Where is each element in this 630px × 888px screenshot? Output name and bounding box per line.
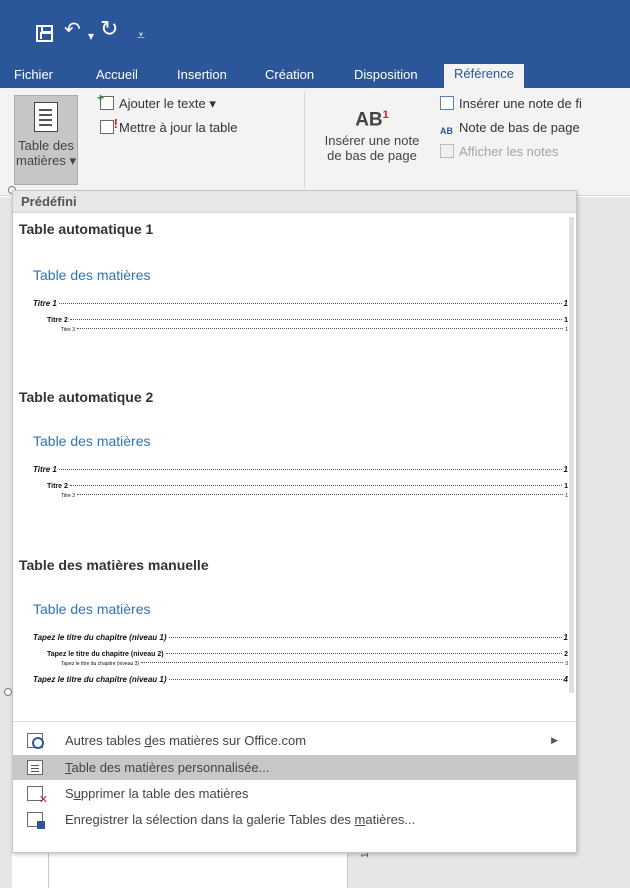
undo-icon[interactable]: ↶ xyxy=(64,20,81,40)
custom-toc-menu-item[interactable]: Table des matières personnalisée... xyxy=(13,755,576,780)
ribbon: Table des matières ▾ Ajouter le texte ▾ … xyxy=(0,88,630,196)
toc-preview-heading: Table des matières xyxy=(33,433,151,449)
next-footnote-label: Note de bas de page xyxy=(459,120,580,135)
toc-preview-line: Tapez le titre du chapitre (niveau 2) 2 xyxy=(47,651,568,658)
document-area xyxy=(574,197,630,888)
add-text-button[interactable]: Ajouter le texte ▾ xyxy=(97,91,216,112)
toc-preview-line: Titre 11 xyxy=(33,299,568,308)
tab-fichier[interactable]: Fichier xyxy=(14,65,53,88)
toc-preview-line: Tapez le titre du chapitre (niveau 1) 4 xyxy=(33,675,568,684)
office-online-icon xyxy=(27,733,44,749)
toc-preview-line: Titre 11 xyxy=(33,465,568,474)
show-notes-label: Afficher les notes xyxy=(459,144,559,159)
chevron-right-icon: ▶ xyxy=(551,735,558,745)
next-footnote-icon: AB xyxy=(440,126,453,136)
resize-handle[interactable] xyxy=(4,688,12,696)
update-table-icon xyxy=(100,116,118,134)
tab-references[interactable]: Référence xyxy=(444,64,524,88)
toc-preview-line: Titre 21 xyxy=(47,483,568,490)
toc-preview-line: Tapez le titre du chapitre (niveau 1) 1 xyxy=(33,633,568,642)
save-icon[interactable] xyxy=(36,25,53,42)
toc-button-label-1: Table des xyxy=(18,138,74,153)
toc-preview-line: Tapez le titre du chapitre (niveau 3) 3 xyxy=(61,661,568,667)
gallery-item-title: Table automatique 2 xyxy=(19,389,154,405)
toc-preview-line: Titre 31 xyxy=(61,327,568,333)
redo-icon[interactable]: ↻ xyxy=(100,18,118,40)
footnote-icon: AB1 xyxy=(355,109,389,131)
gallery-item-table-automatique-1[interactable]: Table automatique 1 Table des matières T… xyxy=(13,213,568,373)
custom-toc-icon xyxy=(27,760,43,775)
more-tables-office-menu-item[interactable]: Autres tables des matières sur Office.co… xyxy=(13,728,576,753)
tab-insertion[interactable]: Insertion xyxy=(177,65,227,88)
tab-creation[interactable]: Création xyxy=(265,65,314,88)
undo-dropdown-icon[interactable]: ▾ xyxy=(88,26,94,46)
insert-footnote-button[interactable]: AB1 Insérer une note de bas de page xyxy=(310,108,434,163)
table-of-contents-button[interactable]: Table des matières ▾ xyxy=(14,95,78,185)
toc-preview-heading: Table des matières xyxy=(33,267,151,283)
table-of-contents-gallery: Prédéfini Table automatique 1 Table des … xyxy=(12,190,577,853)
ribbon-separator xyxy=(304,92,305,188)
save-to-gallery-icon xyxy=(27,812,45,829)
insert-endnote-icon xyxy=(440,96,454,110)
gallery-section-header: Prédéfini xyxy=(13,191,576,213)
toc-preview-line: Titre 21 xyxy=(47,317,568,324)
save-selection-menu-item[interactable]: Enregistrer la sélection dans la galerie… xyxy=(13,807,576,832)
show-notes-icon xyxy=(440,144,454,158)
insert-endnote-button[interactable]: Insérer une note de fi xyxy=(440,96,582,111)
toc-preview-line: Titre 31 xyxy=(61,493,568,499)
menu-separator xyxy=(13,721,576,722)
customize-qat-icon[interactable]: ⩡ xyxy=(137,25,145,45)
next-footnote-button[interactable]: AB Note de bas de page xyxy=(440,120,580,140)
remove-toc-icon xyxy=(27,786,48,806)
title-bar: ↶ ▾ ↻ ⩡ xyxy=(0,0,630,60)
add-text-label: Ajouter le texte ▾ xyxy=(119,96,216,111)
show-notes-button: Afficher les notes xyxy=(440,144,558,159)
scrollbar-thumb[interactable] xyxy=(569,217,574,693)
insert-footnote-label-2: de bas de page xyxy=(327,148,417,164)
ribbon-tabs: Fichier Accueil Insertion Création Dispo… xyxy=(0,60,630,88)
add-text-icon xyxy=(97,91,114,110)
tab-disposition[interactable]: Disposition xyxy=(354,65,418,88)
toc-button-label-2: matières ▾ xyxy=(16,153,76,168)
update-table-label: Mettre à jour la table xyxy=(119,120,238,135)
insert-endnote-label: Insérer une note de fi xyxy=(459,96,582,111)
toc-preview-heading: Table des matières xyxy=(33,601,151,617)
gallery-item-table-automatique-2[interactable]: Table automatique 2 Table des matières T… xyxy=(13,381,568,541)
document-gutter-left xyxy=(0,197,12,888)
gallery-item-title: Table automatique 1 xyxy=(19,221,154,237)
gallery-item-title: Table des matières manuelle xyxy=(19,557,209,573)
tab-accueil[interactable]: Accueil xyxy=(96,65,138,88)
remove-toc-menu-item[interactable]: Supprimer la table des matières xyxy=(13,781,576,806)
gallery-scrollbar[interactable] xyxy=(568,213,576,698)
document-page xyxy=(48,852,348,888)
document-icon xyxy=(34,102,58,132)
gallery-item-table-manuelle[interactable]: Table des matières manuelle Table des ma… xyxy=(13,547,568,707)
insert-footnote-label-1: Insérer une note xyxy=(324,133,420,149)
update-table-button[interactable]: Mettre à jour la table xyxy=(100,116,238,135)
